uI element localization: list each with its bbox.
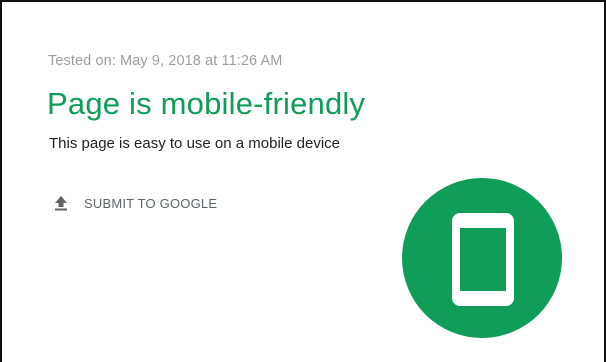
submit-to-google-button[interactable]: SUBMIT TO GOOGLE	[52, 192, 217, 214]
mobile-phone-icon	[452, 213, 514, 306]
submit-button-label: SUBMIT TO GOOGLE	[84, 195, 218, 211]
upload-icon	[52, 194, 70, 212]
result-description: This page is easy to use on a mobile dev…	[49, 135, 340, 152]
tested-on-timestamp: Tested on: May 9, 2018 at 11:26 AM	[48, 53, 283, 69]
page-title: Page is mobile-friendly	[47, 86, 366, 121]
result-card: Tested on: May 9, 2018 at 11:26 AM Page …	[0, 0, 606, 362]
mobile-friendly-badge	[402, 178, 562, 338]
